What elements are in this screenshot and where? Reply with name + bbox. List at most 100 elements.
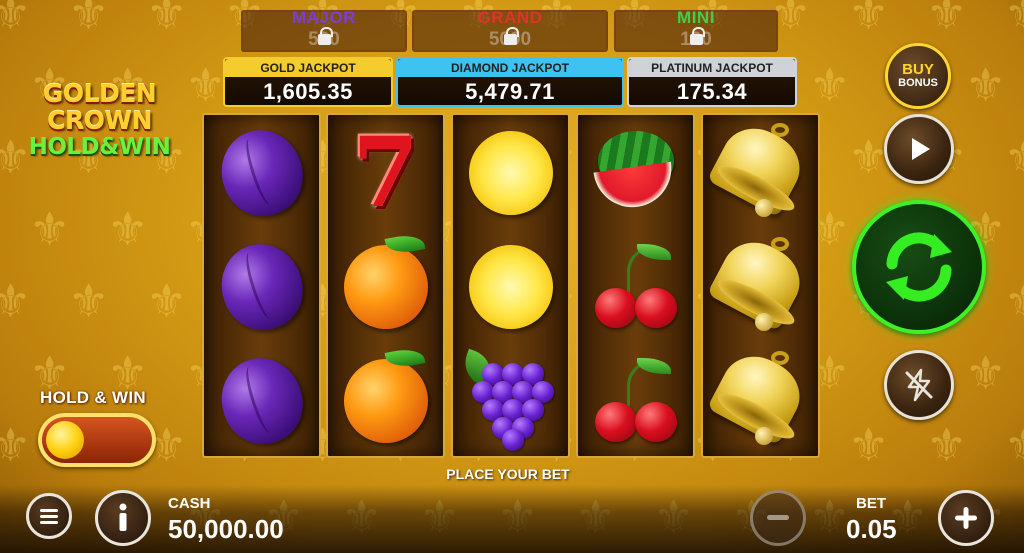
reel-2: 7 [326, 113, 445, 458]
watermelon-icon [592, 129, 680, 217]
reel-3 [451, 113, 570, 458]
reel-cell [703, 343, 818, 458]
fleur-de-lis-icon: ⚜ [29, 202, 71, 256]
platinum-jackpot-label: PLATINUM JACKPOT [629, 59, 795, 77]
bell-clapper [754, 312, 773, 331]
minus-icon [767, 515, 789, 520]
jackpot-grand-name: GRAND [477, 8, 543, 27]
game-logo: GOLDEN CROWN HOLD&WIN [12, 80, 187, 160]
gold-jackpot: GOLD JACKPOT 1,605.35 [223, 57, 393, 107]
lock-icon [318, 27, 333, 45]
bell-icon [706, 229, 811, 337]
info-button[interactable] [95, 490, 151, 546]
turbo-off-icon [905, 368, 933, 402]
fleur-de-lis-icon: ⚜ [68, 274, 110, 328]
grapes-icon [458, 348, 559, 451]
jackpot-mini-name: MINI [677, 8, 715, 27]
buy-bonus-label-2: BONUS [898, 77, 938, 89]
plum-icon [210, 347, 313, 454]
seven-icon: 7 [352, 115, 419, 229]
reel-5 [701, 113, 820, 458]
fleur-de-lis-icon: ⚜ [926, 418, 968, 472]
lock-icon [504, 27, 519, 45]
logo-line-2: CROWN [47, 106, 152, 135]
cherry-icon [591, 356, 681, 446]
diamond-jackpot-amount: 5,479.71 [465, 79, 555, 104]
toggle-knob[interactable] [46, 421, 84, 459]
buy-bonus-button[interactable]: BUY BONUS [885, 43, 951, 109]
orange-icon [343, 344, 428, 443]
reel-cell [453, 343, 568, 458]
bell-icon [706, 115, 811, 223]
platinum-jackpot: PLATINUM JACKPOT 175.34 [627, 57, 797, 107]
plum-icon [210, 233, 313, 340]
hold-and-win-toggle[interactable] [38, 413, 156, 467]
leaf-icon [384, 230, 425, 257]
jackpot-major-locked: MAJOR 500 [241, 8, 407, 52]
logo-line-3: HOLD&WIN [28, 134, 171, 160]
diamond-jackpot: DIAMOND JACKPOT 5,479.71 [396, 57, 624, 107]
bet-value: 0.05 [846, 514, 897, 544]
bell-clapper [754, 426, 773, 445]
info-icon [119, 503, 127, 531]
logo-line-1: GOLDEN [42, 79, 157, 108]
reel-1 [202, 113, 321, 458]
reel-cell: 7 [328, 115, 443, 230]
jackpot-mini-locked: MINI 100 [614, 8, 778, 52]
fleur-de-lis-icon: ⚜ [848, 418, 890, 472]
fleur-de-lis-icon: ⚜ [0, 274, 32, 328]
fleur-de-lis-icon: ⚜ [146, 0, 188, 40]
fleur-de-lis-icon: ⚜ [926, 0, 968, 40]
cherry-fruit [594, 401, 637, 442]
autoplay-button[interactable] [884, 114, 954, 184]
reel-cell [204, 343, 319, 458]
gold-jackpot-label: GOLD JACKPOT [225, 59, 391, 77]
fleur-de-lis-icon: ⚜ [1004, 278, 1024, 324]
turbo-button[interactable] [884, 350, 954, 420]
reel-cell [453, 229, 568, 344]
grape [501, 428, 524, 451]
menu-button[interactable] [26, 493, 72, 539]
play-icon [912, 138, 930, 160]
bet-label: BET [856, 495, 886, 512]
plum-icon [210, 119, 313, 226]
fleur-de-lis-icon: ⚜ [965, 58, 1007, 112]
fleur-de-lis-icon: ⚜ [146, 274, 188, 328]
decrease-bet-button[interactable] [750, 490, 806, 546]
cash-value: 50,000.00 [168, 514, 284, 544]
fleur-de-lis-icon: ⚜ [848, 0, 890, 40]
fleur-de-lis-icon: ⚜ [1004, 0, 1024, 36]
fleur-de-lis-icon: ⚜ [1004, 134, 1024, 180]
bell-clapper [754, 198, 773, 217]
diamond-jackpot-label: DIAMOND JACKPOT [398, 59, 622, 77]
fleur-de-lis-icon: ⚜ [0, 0, 32, 40]
buy-bonus-label-1: BUY [902, 61, 934, 78]
reel-cell [703, 229, 818, 344]
fleur-de-lis-icon: ⚜ [965, 346, 1007, 400]
reel-cell [328, 343, 443, 458]
fleur-de-lis-icon: ⚜ [68, 0, 110, 40]
reel-cell [578, 115, 693, 230]
reel-cell [578, 343, 693, 458]
cherry-fruit [594, 287, 637, 328]
jackpot-grand-locked: GRAND 5000 [412, 8, 608, 52]
reel-cell [703, 115, 818, 230]
reel-cell [328, 229, 443, 344]
hold-and-win-label: HOLD & WIN [40, 388, 146, 407]
reel-cell [204, 115, 319, 230]
cherry-fruit [634, 401, 677, 442]
cherry-icon [591, 242, 681, 332]
toggle-track [42, 417, 152, 463]
reel-4 [576, 113, 695, 458]
cash-label: CASH [168, 495, 211, 512]
fleur-de-lis-icon: ⚜ [0, 418, 32, 472]
leaf-icon [384, 344, 425, 371]
fleur-de-lis-icon: ⚜ [848, 130, 890, 184]
plus-icon [955, 507, 977, 529]
menu-icon [40, 509, 58, 524]
fleur-de-lis-icon: ⚜ [185, 58, 227, 112]
spin-button[interactable] [852, 200, 986, 334]
increase-bet-button[interactable] [938, 490, 994, 546]
status-message: PLACE YOUR BET [446, 466, 570, 482]
orange-icon [343, 230, 428, 329]
